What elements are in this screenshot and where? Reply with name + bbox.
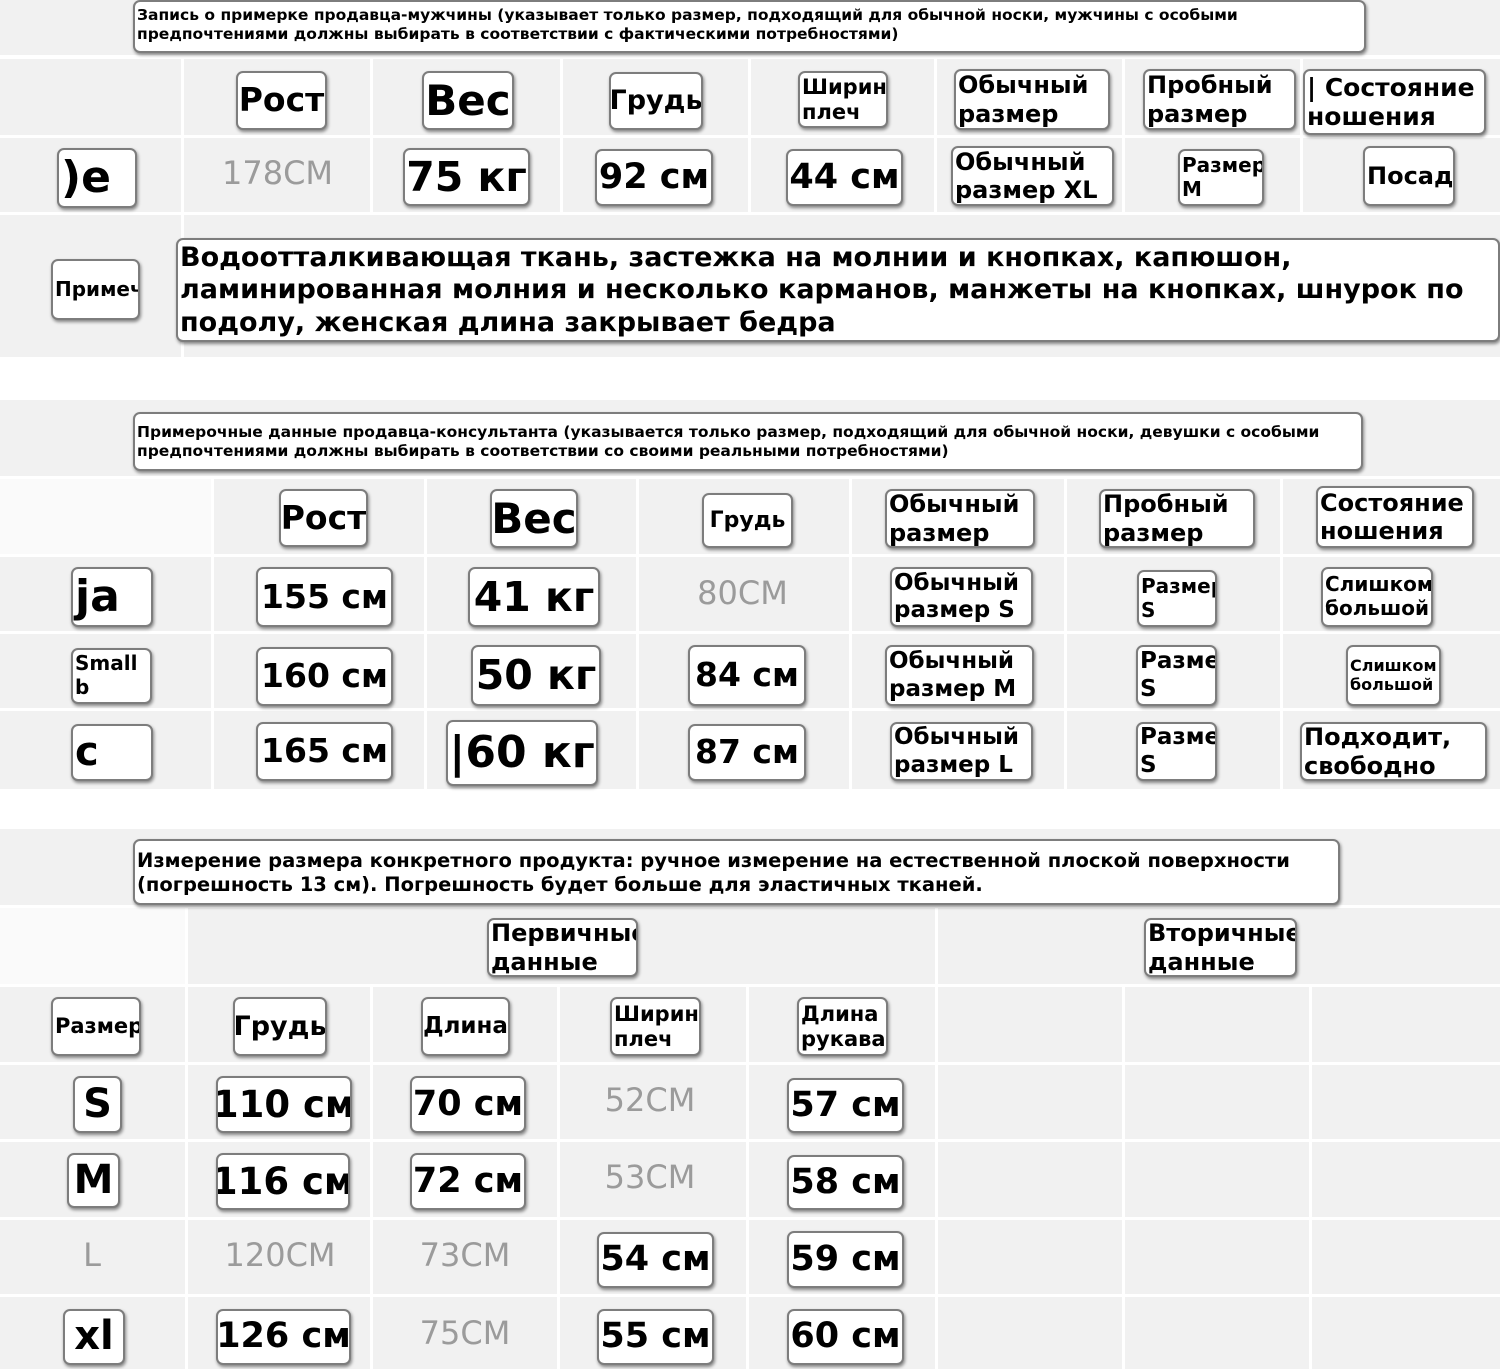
- s1-header-trial-size: Пробный размер: [1143, 69, 1296, 130]
- s2-row3-chest: 87 см: [688, 724, 806, 781]
- divider: [1122, 987, 1125, 1369]
- s1-row-name: )e: [57, 148, 137, 208]
- s2-row2-wear-state: Слишком большой: [1346, 645, 1441, 706]
- s1-header-shoulder: Ширина плеч: [798, 71, 888, 128]
- divider: [636, 479, 639, 789]
- divider: [560, 59, 563, 212]
- s2-row1-weight: 41 кг: [468, 567, 600, 627]
- s2-row2-weight: 50 кг: [471, 645, 601, 706]
- s2-row1-wear-state: Слишком большой: [1321, 567, 1433, 627]
- section2-caption: Примерочные данные продавца-консультанта…: [133, 412, 1363, 471]
- s3-header-length: Длина: [421, 997, 510, 1056]
- s3-group-primary: Первичные данные: [487, 918, 638, 977]
- s1-header-chest: Грудь: [609, 72, 703, 130]
- s2-row3-height: 165 см: [256, 722, 393, 781]
- s2-row3-usual-size: Обычный размер L: [890, 722, 1033, 781]
- divider: [849, 479, 852, 789]
- s2-header-height: Рост: [279, 489, 368, 547]
- s1-row-usual-size: Обычный размер XL: [951, 146, 1114, 206]
- divider: [181, 59, 184, 212]
- s1-row-weight: 75 кг: [403, 148, 530, 206]
- s3-header-shoulder: Ширина плеч: [610, 997, 701, 1056]
- s2-row3-wear-state: Подходит, свободно: [1300, 722, 1487, 781]
- s3-row-l-chest: 120CM: [224, 1236, 336, 1274]
- s2-header-wear-state: Состояние ношения: [1316, 486, 1474, 548]
- divider: [1280, 479, 1283, 789]
- s3-row-l-size: L: [83, 1236, 101, 1274]
- section3-corner-blank: [0, 908, 185, 984]
- s2-row1-height: 155 см: [256, 567, 393, 627]
- s2-row2-height: 160 см: [256, 647, 393, 706]
- s2-row2-name: Small b: [71, 648, 152, 704]
- divider: [424, 479, 427, 789]
- s1-row-height: 178CM: [221, 154, 334, 192]
- s3-row-l-sleeve: 59 см: [787, 1231, 904, 1288]
- s2-header-usual-size: Обычный размер: [885, 489, 1035, 548]
- s2-row3-weight: |60 кг: [446, 720, 598, 786]
- divider: [1122, 59, 1125, 212]
- s1-header-weight: Вес: [422, 71, 514, 130]
- divider: [1064, 479, 1067, 789]
- section3-caption: Измерение размера конкретного продукта: …: [133, 839, 1340, 905]
- s3-row-s-length: 70 см: [410, 1076, 526, 1133]
- s3-header-sleeve: Длина рукава: [797, 997, 888, 1056]
- s2-row3-trial-size: Размер S: [1136, 722, 1217, 781]
- section1-caption: Запись о примерке продавца-мужчины (указ…: [133, 0, 1366, 53]
- s3-row-s-sleeve: 57 см: [787, 1078, 904, 1133]
- s3-row-m-size: M: [67, 1153, 120, 1208]
- s3-row-l-length: 73CM: [419, 1236, 511, 1274]
- s2-row2-trial-size: Размер S: [1136, 645, 1217, 706]
- s2-row1-usual-size: Обычный размер S: [890, 567, 1033, 627]
- s3-row-xl-shoulder: 55 см: [597, 1309, 714, 1365]
- s3-header-size: Размер: [51, 997, 141, 1056]
- section3-header-band: [0, 987, 1500, 1062]
- s3-row-xl-size: xl: [63, 1309, 125, 1365]
- divider: [557, 987, 560, 1369]
- s1-row-chest: 92 см: [595, 149, 713, 206]
- s3-row-m-shoulder: 53CM: [604, 1158, 696, 1196]
- s2-header-weight: Вес: [490, 489, 578, 548]
- s2-row2-chest: 84 см: [688, 645, 806, 706]
- s2-row1-name: ja: [71, 567, 153, 627]
- s3-row-m-length: 72 см: [410, 1153, 526, 1210]
- s1-row-shoulder: 44 см: [786, 149, 903, 206]
- divider: [370, 59, 373, 212]
- divider: [746, 987, 749, 1369]
- s2-row2-usual-size: Обычный размер М: [885, 645, 1034, 706]
- s3-header-chest: Грудь: [233, 997, 327, 1056]
- s3-row-xl-length: 75CM: [419, 1314, 511, 1352]
- s3-row-l-shoulder: 54 см: [597, 1232, 714, 1288]
- s3-row-xl-chest: 126 см: [216, 1309, 351, 1365]
- s1-header-height: Рост: [236, 71, 327, 130]
- divider: [211, 479, 214, 789]
- s1-row-wear-state: Посадка: [1363, 146, 1455, 206]
- divider: [1309, 987, 1312, 1369]
- s1-header-wear-state: | Состояние ношения: [1303, 69, 1486, 135]
- s3-row-s-chest: 110 см: [216, 1076, 352, 1133]
- s3-group-secondary: Вторичные данные: [1144, 918, 1297, 977]
- s3-row-m-sleeve: 58 см: [787, 1155, 904, 1210]
- divider: [935, 908, 938, 1369]
- s2-header-chest: Грудь: [702, 493, 793, 548]
- s3-row-xl-sleeve: 60 см: [787, 1309, 904, 1365]
- divider: [934, 59, 937, 212]
- s2-row1-chest: 80CM: [697, 574, 788, 612]
- s2-row3-name: c: [71, 724, 153, 781]
- s3-row-s-size: S: [73, 1076, 122, 1133]
- s3-row-s-shoulder: 52CM: [604, 1081, 696, 1119]
- s1-row-trial-size: Размер М: [1178, 149, 1264, 206]
- s1-notes-text: Водоотталкивающая ткань, застежка на мол…: [176, 238, 1500, 342]
- divider: [185, 908, 188, 1369]
- section2-corner-blank: [0, 479, 211, 554]
- s1-header-usual-size: Обычный размер: [954, 69, 1110, 130]
- divider: [370, 987, 373, 1369]
- s2-row1-trial-size: Размер S: [1137, 570, 1217, 627]
- s2-header-trial-size: Пробный размер: [1099, 489, 1255, 548]
- divider: [748, 59, 751, 212]
- s1-notes-label: Примечания: [51, 259, 140, 320]
- s3-row-m-chest: 116 см: [216, 1153, 350, 1210]
